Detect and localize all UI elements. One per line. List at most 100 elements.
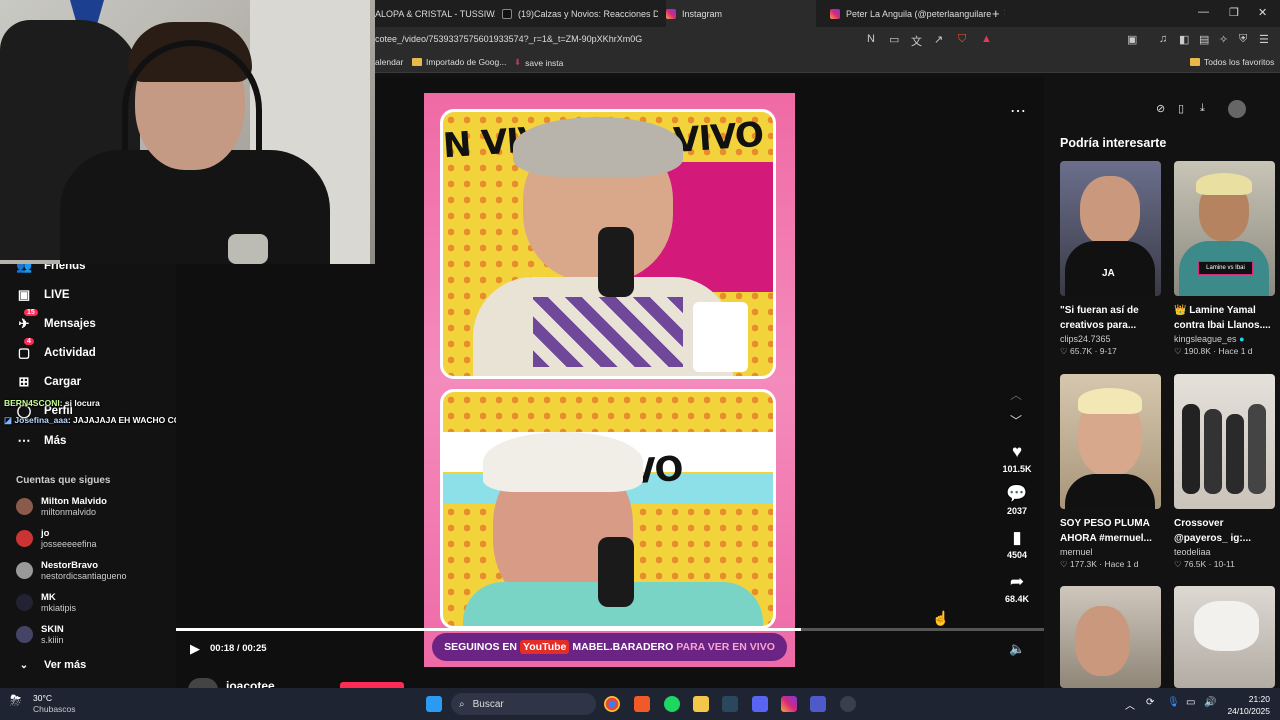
share-icon[interactable]: ↗ <box>934 33 943 46</box>
sidebar-item-messages[interactable]: ✈ 15 Mensajes <box>16 309 96 332</box>
sidebar-item-label: Actividad <box>44 347 96 359</box>
heart-icon: ♡ <box>1174 559 1184 569</box>
weather-icon[interactable]: ⛈ <box>10 692 21 709</box>
instagram-app-icon[interactable] <box>781 696 797 712</box>
bookmark-folder-imported[interactable]: Importado de Goog... <box>412 57 506 67</box>
network-icon[interactable]: ▭ <box>1186 697 1195 708</box>
split-view-icon[interactable]: ◧ <box>1179 33 1189 46</box>
bookmark-calendar[interactable]: alendar <box>375 57 403 67</box>
suggestion-meta: ♡ 65.7K · 9-17 <box>1060 346 1117 356</box>
comment-button[interactable]: 💬 2037 <box>996 485 1038 517</box>
steam-icon[interactable] <box>722 696 738 712</box>
suggestion-thumbnail <box>1060 374 1161 509</box>
microphone-icon[interactable]: 🎙 <box>1167 697 1180 708</box>
cast-icon[interactable]: ▭ <box>889 33 899 46</box>
sidebar-item-activity[interactable]: ▢ 4 Actividad <box>16 338 96 361</box>
mobile-icon[interactable]: ▯ <box>1178 102 1184 115</box>
chevron-down-icon[interactable]: ﹀ <box>1010 412 1022 429</box>
thumb-face <box>1080 176 1140 246</box>
user-avatar[interactable] <box>1228 100 1246 118</box>
suggestion-card[interactable] <box>1174 586 1275 688</box>
leo-ai-icon[interactable]: ✧ <box>1219 33 1228 46</box>
search-icon: ⌕ <box>459 698 465 710</box>
following-item[interactable]: MK mkiatipis <box>16 592 76 613</box>
weather-temp: 30°C <box>33 693 52 703</box>
discord-icon[interactable] <box>752 696 768 712</box>
windows-start-icon[interactable] <box>426 696 442 712</box>
share-button[interactable]: ➦ 68.4K <box>996 573 1038 605</box>
reader-icon[interactable]: Ν <box>867 33 875 45</box>
sidebar-item-upload[interactable]: ⊞ Cargar <box>16 374 82 390</box>
menu-icon[interactable]: ☰ <box>1259 33 1269 46</box>
brave-shield-icon[interactable]: ⛉ <box>958 33 966 46</box>
thumb-person <box>1226 414 1244 494</box>
volume-icon[interactable]: 🔈 <box>1009 641 1025 657</box>
chevron-up-icon[interactable]: ︿ <box>1010 386 1022 403</box>
sync-icon[interactable]: ⟳ <box>1146 697 1154 708</box>
tab-1[interactable]: ALOPA & CRISTAL - TUSSIWAR <box>375 0 495 27</box>
new-tab-button[interactable]: + <box>992 0 1006 27</box>
chat-message: BERN4SCONI: si locura <box>4 398 100 408</box>
mouse-cursor-icon: ☝ <box>932 610 950 626</box>
chrome-icon[interactable] <box>604 696 620 712</box>
suggestion-title: "Si fueran así de creativos para... <box>1060 305 1139 331</box>
clock-time[interactable]: 21:20 <box>1238 694 1270 704</box>
restore-icon[interactable]: ❐ <box>1229 6 1239 19</box>
following-item[interactable]: jo josseeeeefina <box>16 528 97 549</box>
app-icon[interactable] <box>840 696 856 712</box>
vpn-icon[interactable]: ⛨ <box>1239 33 1247 46</box>
bookmark-all-favorites[interactable]: Todos los favoritos <box>1190 57 1274 67</box>
bookmark-save-insta[interactable]: ⬇ save insta <box>514 57 563 68</box>
sidebar-toggle-icon[interactable]: ▣ <box>1127 33 1137 46</box>
like-count: 101.5K <box>1002 464 1032 474</box>
brave-rewards-icon[interactable]: ▲ <box>981 33 992 45</box>
brave-icon[interactable] <box>634 696 650 712</box>
tab-4[interactable]: Peter La Anguila (@peterlaanguilare ✕ <box>830 0 1005 27</box>
guest-cap <box>483 432 643 492</box>
suggestion-author: kingsleague_es <box>1174 334 1237 344</box>
see-more-button[interactable]: ⌄ Ver más <box>16 659 86 671</box>
save-button[interactable]: ▮ 4504 <box>996 529 1038 561</box>
play-icon[interactable]: ▶ <box>190 641 200 657</box>
following-item[interactable]: Milton Malvido miltonmalvido <box>16 496 107 517</box>
translate-icon[interactable]: 文 <box>911 33 922 49</box>
suggestion-card[interactable] <box>1060 586 1161 688</box>
spotify-icon[interactable] <box>664 696 680 712</box>
close-window-icon[interactable]: ✕ <box>1258 6 1267 19</box>
tab-2[interactable]: (19)Calzas y Novios: Reacciones Dive <box>502 0 658 27</box>
url-field[interactable]: cotee_/video/7539337575601933574?_r=1&_t… <box>375 34 642 44</box>
following-item[interactable]: NestorBravo nestordicsantiagueno <box>16 560 127 581</box>
clock-date[interactable]: 24/10/2025 <box>1222 706 1270 716</box>
file-explorer-icon[interactable] <box>693 696 709 712</box>
music-icon[interactable]: ♫ <box>1159 33 1167 45</box>
speaker-icon[interactable]: 🔊 <box>1204 697 1216 708</box>
following-item[interactable]: SKIN s.kiiin <box>16 624 64 645</box>
pip-icon[interactable]: ⊘ <box>1156 102 1165 115</box>
taskbar-search[interactable]: ⌕ Buscar <box>451 693 596 715</box>
suggestion-card[interactable]: Crossover @payeros_ ig:... teodeliaa ♡ 7… <box>1174 374 1275 570</box>
microphone <box>598 537 634 607</box>
download-icon[interactable]: ⤓ <box>1200 102 1205 115</box>
suggestion-card[interactable]: JA "Si fueran así de creativos para... c… <box>1060 161 1161 357</box>
wallet-icon[interactable]: ▤ <box>1199 33 1209 46</box>
like-button[interactable]: ♥ 101.5K <box>996 443 1038 475</box>
sidebar-item-live[interactable]: ▣ LIVE <box>16 287 70 303</box>
video-panel-bottom: VIVO <box>440 389 776 629</box>
minimize-icon[interactable]: — <box>1198 6 1209 18</box>
teams-icon[interactable] <box>810 696 826 712</box>
suggestion-card[interactable]: SOY PESO PLUMA AHORA #mernuel... mernuel… <box>1060 374 1161 570</box>
chevron-up-icon[interactable]: ︿ <box>1125 697 1135 712</box>
thumb-face <box>1075 606 1130 676</box>
tab-3[interactable]: Instagram <box>666 0 816 27</box>
sidebar-item-more[interactable]: ⋯ Más <box>16 433 67 449</box>
sidebar-item-label: Mensajes <box>44 318 96 330</box>
suggestion-title: SOY PESO PLUMA AHORA #mernuel... <box>1060 518 1152 544</box>
suggestion-card[interactable]: Lamine vs Ibai 👑 Lamine Yamal contra Iba… <box>1174 161 1275 357</box>
more-options-icon[interactable]: ⋯ <box>1010 101 1026 121</box>
instagram-icon <box>830 8 840 19</box>
suggestions-column: ⊘ ▯ ⤓ Podría interesarte JA "Si fueran a… <box>1044 77 1280 688</box>
suggestion-thumbnail <box>1174 374 1275 509</box>
video-player[interactable]: N VIVO EN VIVO VIVO SEGUINOS EN YouTube … <box>424 93 795 667</box>
thumb-body <box>1065 474 1155 509</box>
suggestion-date: 10-11 <box>1213 559 1235 569</box>
